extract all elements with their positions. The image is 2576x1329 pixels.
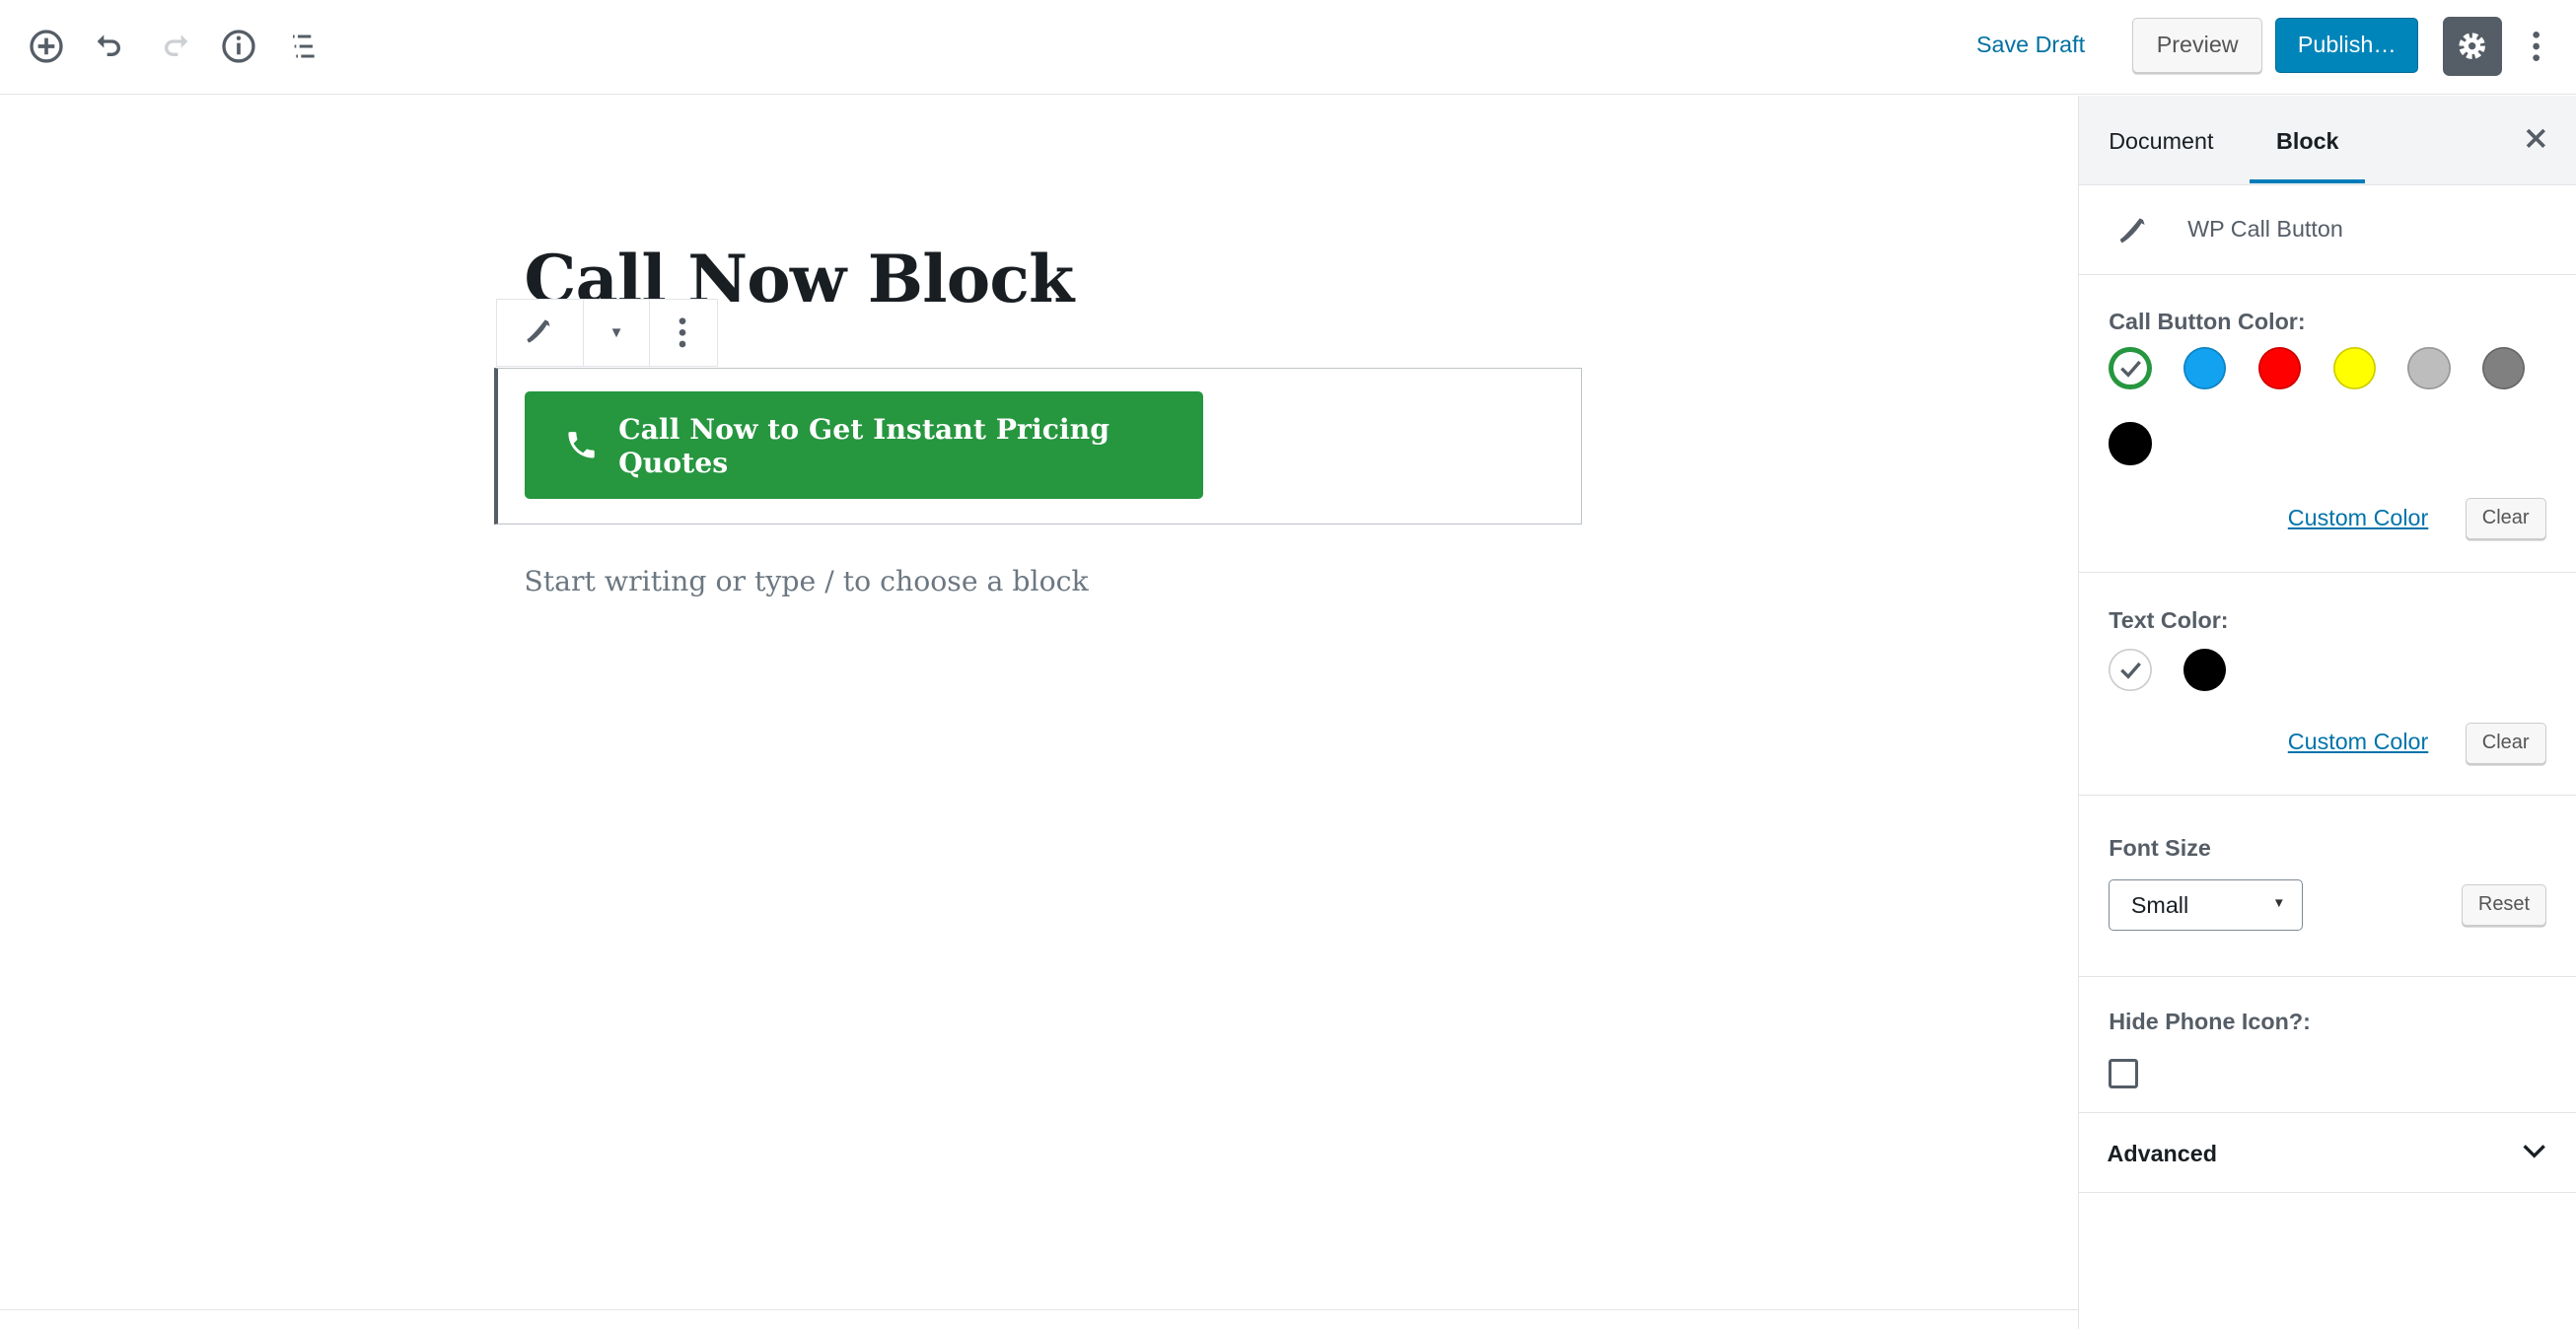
tab-document[interactable]: Document: [2109, 96, 2213, 184]
font-size-select[interactable]: Small ▼: [2109, 878, 2304, 931]
color-swatch[interactable]: [2332, 346, 2376, 390]
publish-button[interactable]: Publish…: [2275, 18, 2419, 73]
undo-icon[interactable]: [91, 27, 130, 66]
color-swatch[interactable]: [2109, 346, 2152, 390]
clear-button[interactable]: Clear: [2465, 498, 2546, 540]
font-size-value: Small: [2130, 891, 2189, 918]
call-button-color-panel: Call Button Color: Custom Color Clear: [2079, 275, 2576, 574]
sidebar-tabs: Document Block: [2079, 95, 2576, 185]
color-swatch[interactable]: [2183, 648, 2227, 691]
add-block-icon[interactable]: [27, 27, 66, 66]
phone-icon: [527, 319, 550, 343]
color-swatch[interactable]: [2407, 346, 2451, 390]
check-icon: [2120, 360, 2142, 378]
more-options-icon[interactable]: [2520, 27, 2552, 66]
block-more-options-icon[interactable]: [650, 300, 714, 366]
gear-icon: [2459, 33, 2486, 59]
editor-canvas: Call Now Block ▼ Call Now to Get Instant…: [0, 96, 2078, 1311]
chevron-down-icon: ▼: [2272, 894, 2286, 910]
top-toolbar: Save Draft Preview Publish…: [0, 0, 2576, 95]
reset-button[interactable]: Reset: [2462, 883, 2546, 926]
font-size-panel: Font Size Small ▼ Reset: [2079, 796, 2576, 978]
custom-color-link[interactable]: Custom Color: [2288, 729, 2429, 755]
chevron-down-icon[interactable]: ▼: [584, 300, 651, 366]
custom-color-link[interactable]: Custom Color: [2288, 505, 2429, 531]
check-icon: [2120, 662, 2142, 679]
color-swatch[interactable]: [2109, 422, 2152, 465]
close-icon[interactable]: [2523, 125, 2549, 159]
font-size-label: Font Size: [2109, 834, 2211, 861]
info-icon[interactable]: [219, 27, 258, 66]
call-button-block[interactable]: Call Now to Get Instant Pricing Quotes: [494, 368, 1583, 525]
save-draft-button[interactable]: Save Draft: [1976, 32, 2085, 58]
text-color-label: Text Color:: [2109, 606, 2229, 633]
phone-icon: [2119, 217, 2145, 243]
block-placeholder[interactable]: Start writing or type / to choose a bloc…: [524, 565, 1088, 597]
advanced-panel-toggle[interactable]: Advanced: [2079, 1113, 2576, 1193]
clear-button[interactable]: Clear: [2465, 722, 2546, 764]
text-color-panel: Text Color: Custom Color Clear: [2079, 573, 2576, 796]
color-swatch[interactable]: [2183, 346, 2227, 390]
block-card: WP Call Button: [2079, 185, 2576, 275]
preview-button[interactable]: Preview: [2132, 18, 2263, 73]
block-toolbar: ▼: [496, 299, 719, 367]
outline-icon[interactable]: [283, 27, 322, 66]
call-button-text: Call Now to Get Instant Pricing Quotes: [618, 411, 1110, 479]
hide-phone-icon-panel: Hide Phone Icon?:: [2079, 977, 2576, 1113]
settings-button[interactable]: [2443, 16, 2502, 76]
tab-block[interactable]: Block: [2250, 96, 2366, 183]
phone-icon: [568, 432, 595, 458]
hide-phone-icon-label: Hide Phone Icon?:: [2109, 1008, 2311, 1034]
redo-icon: [155, 27, 194, 66]
divider: [0, 1308, 2079, 1310]
advanced-label: Advanced: [2107, 1141, 2217, 1167]
chevron-down-icon: [2523, 1144, 2545, 1158]
call-button-color-label: Call Button Color:: [2109, 309, 2306, 335]
color-swatch[interactable]: [2257, 346, 2302, 390]
hide-phone-icon-checkbox[interactable]: [2109, 1059, 2138, 1088]
settings-sidebar: Document Block WP Call Button Call Butto…: [2078, 95, 2576, 1329]
block-name: WP Call Button: [2187, 216, 2343, 243]
color-swatch[interactable]: [2482, 346, 2526, 390]
block-type-button[interactable]: [497, 300, 584, 366]
color-swatch[interactable]: [2109, 648, 2152, 691]
call-now-button[interactable]: Call Now to Get Instant Pricing Quotes: [525, 391, 1203, 499]
